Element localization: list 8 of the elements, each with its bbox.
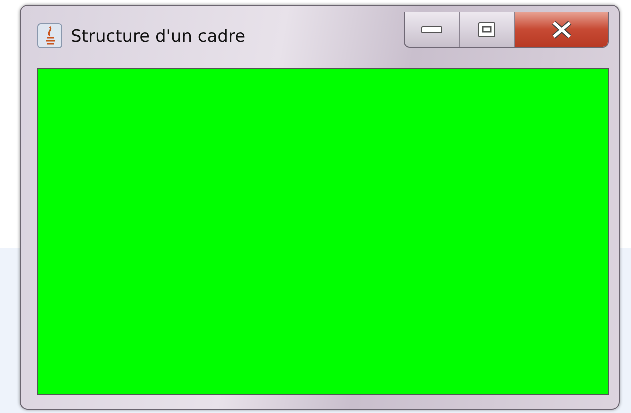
close-button[interactable]: [515, 12, 608, 47]
minimize-button[interactable]: [405, 12, 460, 47]
app-icon: [37, 23, 63, 49]
maximize-button[interactable]: [460, 12, 515, 47]
maximize-icon: [478, 22, 496, 38]
close-icon: [550, 20, 572, 38]
window-title: Structure d'un cadre: [71, 26, 246, 49]
minimize-icon: [421, 26, 443, 34]
